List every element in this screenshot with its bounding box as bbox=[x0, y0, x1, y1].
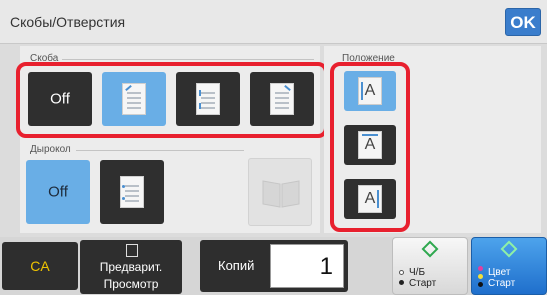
punch-left-button[interactable] bbox=[100, 160, 164, 224]
bw-start-label-line1: Ч/Б bbox=[409, 267, 426, 278]
position-top-icon: A bbox=[358, 131, 382, 159]
staple-off-label: Off bbox=[50, 90, 70, 108]
ok-button[interactable]: OK bbox=[505, 8, 541, 36]
page-title: Скобы/Отверстия bbox=[10, 14, 126, 30]
color-start-button[interactable]: Цвет Старт bbox=[471, 237, 547, 295]
staple-divider bbox=[62, 59, 314, 60]
preview-button[interactable]: Предварит. Просмотр bbox=[80, 240, 182, 294]
position-left-button[interactable]: A bbox=[344, 71, 396, 111]
book-icon bbox=[262, 180, 300, 208]
position-left-glyph: A bbox=[364, 82, 376, 99]
staple-off-button[interactable]: Off bbox=[28, 72, 92, 126]
color-start-label-line1: Цвет bbox=[488, 267, 511, 278]
title-bar: Скобы/Отверстия OK bbox=[0, 0, 547, 44]
preview-icon bbox=[126, 244, 138, 257]
position-right-button[interactable]: A bbox=[344, 179, 396, 219]
punch-off-button[interactable]: Off bbox=[26, 160, 90, 224]
staple-corner-icon bbox=[122, 83, 146, 115]
position-right-icon: A bbox=[358, 185, 382, 213]
position-top-glyph: A bbox=[364, 136, 376, 153]
staple-right-corner-icon bbox=[270, 83, 294, 115]
color-start-label-line2: Старт bbox=[488, 278, 516, 289]
start-diamond-icon bbox=[421, 240, 439, 258]
copies-label: Копий bbox=[218, 258, 255, 273]
punch-off-label: Off bbox=[48, 183, 68, 201]
bw-start-label-line2: Старт bbox=[409, 278, 437, 289]
bottom-bar: CA Предварит. Просмотр Копий 1 Ч/Б Старт… bbox=[0, 237, 547, 295]
staple-two-left-icon bbox=[196, 83, 220, 115]
ca-button[interactable]: CA bbox=[2, 242, 78, 290]
staple-two-left-button[interactable] bbox=[176, 72, 240, 126]
punch-divider bbox=[76, 150, 244, 151]
copies-control: Копий 1 bbox=[200, 240, 348, 292]
staple-punch-screen: Скобы/Отверстия OK Скоба Off Дырокол Off bbox=[0, 0, 547, 295]
punch-left-icon bbox=[120, 176, 144, 208]
staple-right-corner-button[interactable] bbox=[250, 72, 314, 126]
bw-start-button[interactable]: Ч/Б Старт bbox=[392, 237, 468, 295]
position-left-icon: A bbox=[358, 77, 382, 105]
start-diamond-icon bbox=[500, 240, 518, 258]
preview-label-line1: Предварит. bbox=[99, 260, 163, 274]
position-right-glyph: A bbox=[364, 190, 376, 207]
copies-input[interactable]: 1 bbox=[270, 244, 344, 288]
booklet-disabled-button bbox=[248, 158, 312, 226]
punch-section-label: Дырокол bbox=[30, 144, 71, 155]
position-top-button[interactable]: A bbox=[344, 125, 396, 165]
preview-label-line2: Просмотр bbox=[103, 277, 159, 291]
staple-corner-button[interactable] bbox=[102, 72, 166, 126]
